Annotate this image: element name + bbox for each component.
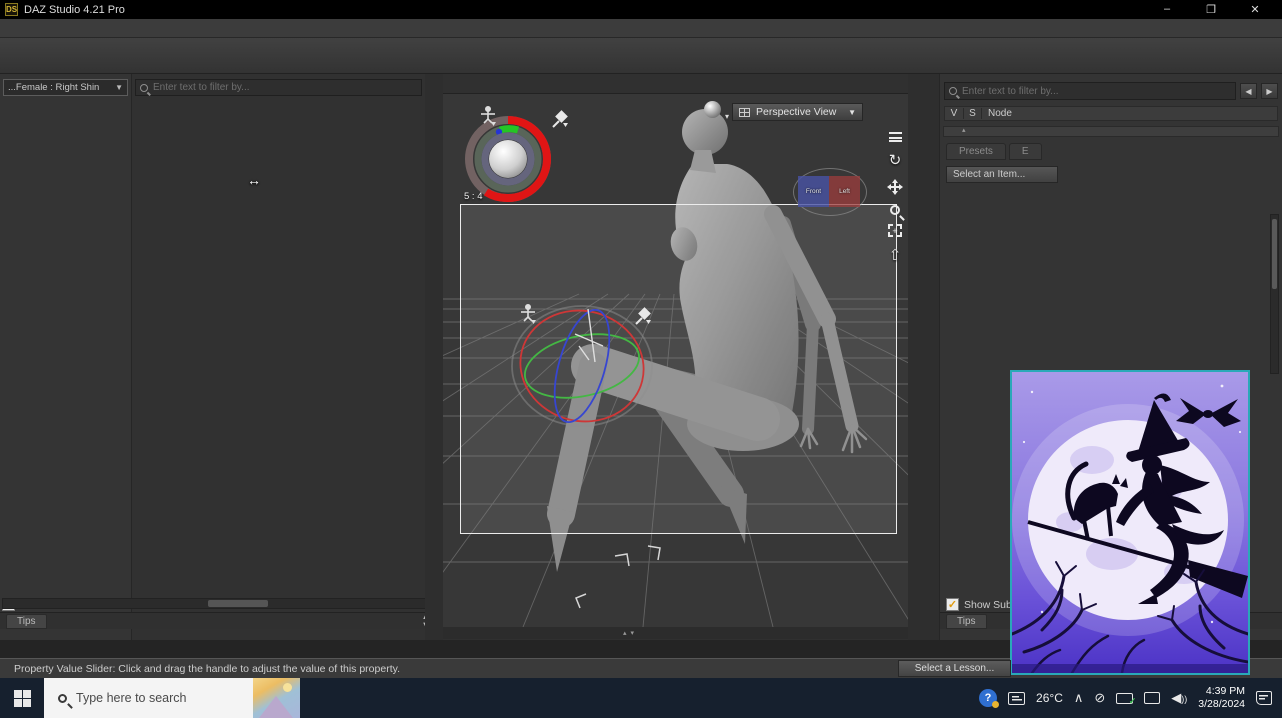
presets-tabs: Presets E bbox=[946, 143, 1282, 160]
tips-tab[interactable]: Tips bbox=[946, 614, 987, 629]
windows-taskbar: ? 26°C ∧ ⊘ ◀)) 4:39 PM 3/28/2024 bbox=[0, 678, 1282, 718]
time-label: 4:39 PM bbox=[1198, 685, 1245, 698]
nav-back-button[interactable]: ◀ bbox=[1240, 83, 1257, 99]
halloween-image-overlay[interactable] bbox=[1010, 370, 1250, 675]
app-logo: DS bbox=[5, 3, 18, 16]
draw-style-sphere-icon[interactable] bbox=[704, 101, 721, 118]
scrollbar-thumb[interactable] bbox=[1272, 219, 1277, 289]
tips-tab[interactable]: Tips bbox=[6, 614, 47, 629]
battery-icon[interactable] bbox=[1116, 693, 1133, 704]
news-widget-icon[interactable] bbox=[1008, 692, 1025, 705]
parameter-filter-input[interactable] bbox=[153, 82, 417, 93]
tab-presets[interactable]: Presets bbox=[946, 143, 1006, 160]
pan-icon[interactable] bbox=[885, 178, 905, 196]
viewport-menu-icon[interactable] bbox=[889, 132, 902, 142]
cast-icon[interactable] bbox=[1144, 692, 1160, 704]
viewport-pane: 5 : 4 bbox=[443, 74, 908, 640]
parameters-panel bbox=[132, 74, 425, 640]
weather-thumbnail[interactable] bbox=[253, 678, 300, 718]
selectability-column-header[interactable]: S bbox=[963, 108, 981, 119]
zoom-icon[interactable] bbox=[890, 205, 900, 215]
nav-forward-button[interactable]: ▶ bbox=[1261, 83, 1278, 99]
volume-icon[interactable]: ◀)) bbox=[1171, 690, 1187, 706]
parameter-filter bbox=[135, 79, 422, 96]
figure-scale-icon-2[interactable] bbox=[519, 304, 537, 324]
search-icon bbox=[58, 694, 67, 703]
left-tips-bar: Tips ▲▼ bbox=[0, 612, 432, 629]
visibility-column-header[interactable]: V bbox=[945, 108, 963, 119]
scene-filter-row: ◀ ▶ bbox=[944, 82, 1278, 100]
help-tray-icon[interactable]: ? bbox=[979, 689, 997, 707]
date-label: 3/28/2024 bbox=[1198, 698, 1245, 711]
parameters-nav-panel: ...Female : Right Shin ▼ ✓ Show Sub Item… bbox=[0, 74, 132, 640]
left-dock-tabs bbox=[425, 74, 443, 640]
pane-splitter[interactable] bbox=[943, 126, 1279, 137]
resize-cursor: ↔ bbox=[247, 172, 261, 188]
pin-icon[interactable] bbox=[550, 110, 568, 130]
chevron-down-icon: ▼ bbox=[115, 83, 123, 92]
main-toolbar bbox=[0, 38, 1282, 74]
windows-logo-icon bbox=[14, 690, 31, 707]
pose-rotation-ball[interactable] bbox=[464, 115, 552, 203]
orbit-icon[interactable]: ↻ bbox=[885, 151, 905, 169]
home-view-icon[interactable]: ⇧ bbox=[885, 246, 905, 264]
close-button[interactable]: ✕ bbox=[1233, 3, 1277, 16]
node-column-header[interactable]: Node bbox=[981, 108, 1277, 119]
title-bar: DS DAZ Studio 4.21 Pro – ❐ ✕ bbox=[0, 0, 1282, 19]
frame-view-icon[interactable]: + bbox=[888, 224, 902, 237]
search-icon bbox=[949, 87, 957, 95]
action-center-icon[interactable] bbox=[1256, 691, 1272, 705]
view-navigation-cube[interactable]: Front Left bbox=[793, 168, 867, 216]
scene-tree-header: V S Node bbox=[944, 106, 1278, 121]
horizontal-scrollbar[interactable] bbox=[2, 598, 432, 609]
timeline-arrow-down[interactable]: ▾ bbox=[631, 629, 635, 637]
view-selector-value: Perspective View bbox=[756, 106, 836, 118]
timeline-arrow-up[interactable]: ▴ bbox=[623, 629, 627, 637]
tab-editor-partial[interactable]: E bbox=[1009, 143, 1042, 160]
select-lesson-button[interactable]: Select a Lesson... bbox=[898, 660, 1011, 677]
taskbar-search[interactable] bbox=[44, 678, 300, 718]
pin-icon-2[interactable] bbox=[633, 307, 651, 327]
clock[interactable]: 4:39 PM 3/28/2024 bbox=[1198, 685, 1245, 710]
menu-bar bbox=[0, 19, 1282, 38]
scene-scrollbar[interactable] bbox=[1270, 214, 1279, 374]
taskbar-search-input[interactable] bbox=[76, 691, 226, 705]
right-dock-tabs bbox=[908, 74, 939, 640]
figure-scale-icon[interactable] bbox=[479, 106, 497, 126]
scope-dropdown[interactable]: ...Female : Right Shin ▼ bbox=[3, 79, 128, 96]
witch-moon-art bbox=[1012, 372, 1248, 673]
network-globe-icon[interactable]: ⊘ bbox=[1094, 690, 1105, 706]
viewport-tabs bbox=[443, 74, 908, 94]
hidden-icons-chevron[interactable]: ∧ bbox=[1074, 690, 1084, 706]
select-item-dropdown[interactable]: Select an Item... bbox=[946, 166, 1058, 183]
viewport-bottom-strip: ▴ ▾ bbox=[443, 627, 908, 639]
scene-filter-input[interactable] bbox=[962, 86, 1231, 97]
view-selector-dropdown[interactable]: Perspective View ▼ bbox=[732, 103, 863, 121]
search-icon bbox=[140, 84, 148, 92]
system-tray: ? 26°C ∧ ⊘ ◀)) 4:39 PM 3/28/2024 bbox=[979, 685, 1282, 710]
scope-value: ...Female : Right Shin bbox=[8, 82, 99, 93]
window-controls: – ❐ ✕ bbox=[1145, 3, 1277, 16]
status-text: Property Value Slider: Click and drag th… bbox=[14, 663, 400, 675]
start-button[interactable] bbox=[0, 678, 44, 718]
window-title: DAZ Studio 4.21 Pro bbox=[24, 4, 125, 16]
chevron-down-icon: ▼ bbox=[848, 108, 856, 117]
show-sub-label: Show Sub bbox=[964, 599, 1012, 611]
viewport-tool-column: ↻ + ⇧ bbox=[885, 132, 905, 264]
camera-grid-icon bbox=[739, 108, 750, 117]
cube-front-face[interactable]: Front bbox=[798, 176, 829, 207]
cube-left-face[interactable]: Left bbox=[829, 176, 860, 207]
temperature-label[interactable]: 26°C bbox=[1036, 691, 1063, 705]
scrollbar-thumb[interactable] bbox=[208, 600, 268, 607]
show-sub-checkbox[interactable]: ✓ bbox=[946, 598, 959, 611]
scene-filter bbox=[944, 82, 1236, 100]
minimize-button[interactable]: – bbox=[1145, 3, 1189, 16]
restore-button[interactable]: ❐ bbox=[1189, 3, 1233, 16]
viewport-canvas[interactable]: 5 : 4 bbox=[443, 94, 908, 627]
